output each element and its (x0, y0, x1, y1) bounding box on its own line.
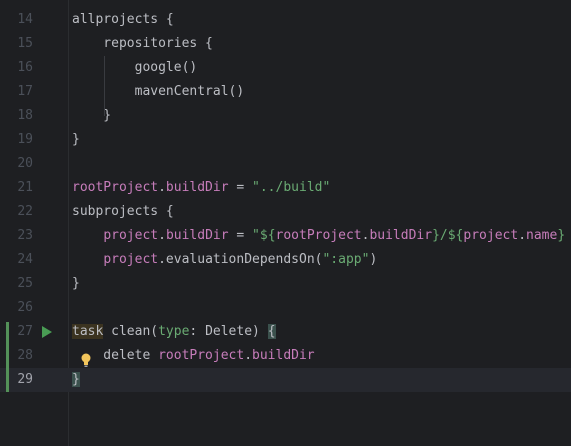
code-text: } (72, 368, 80, 392)
line-number: 25 (17, 276, 33, 291)
line-number: 15 (17, 36, 33, 51)
code-token: mavenCentral() (72, 84, 245, 99)
code-line[interactable]: 29} (0, 368, 571, 392)
code-text: project.buildDir = "${rootProject.buildD… (72, 224, 565, 248)
code-line[interactable]: 22 subprojects { (0, 200, 571, 224)
code-line[interactable]: 24 project.evaluationDependsOn(":app") (0, 248, 571, 272)
code-text: subprojects { (72, 200, 174, 224)
code-line[interactable]: 26 (0, 296, 571, 320)
code-token: allprojects { (72, 12, 174, 27)
line-number: 27 (17, 324, 33, 339)
line-number: 14 (17, 12, 33, 27)
code-token: = (228, 228, 253, 243)
code-token: . (518, 228, 527, 243)
code-token: { (267, 324, 276, 339)
code-token: project (463, 228, 519, 243)
code-token: rootProject (158, 348, 245, 363)
code-token: name (526, 228, 558, 243)
code-text: } (72, 272, 80, 296)
code-line[interactable]: 19} (0, 128, 571, 152)
code-token: rootProject (72, 180, 159, 195)
code-text: rootProject.buildDir = "../build" (72, 176, 330, 200)
code-line[interactable]: 17 mavenCentral() (0, 80, 571, 104)
line-number: 29 (17, 372, 33, 387)
line-number-partial: 13 (0, 0, 33, 4)
code-token: type (158, 324, 190, 339)
code-token: } (72, 276, 80, 291)
code-token: . (244, 348, 253, 363)
code-token: }/${ (432, 228, 464, 243)
line-number: 22 (17, 204, 33, 219)
code-text: project.evaluationDependsOn(":app") (72, 248, 377, 272)
code-text: delete rootProject.buildDir (72, 344, 315, 368)
code-token: = (228, 180, 253, 195)
code-token: "../build" (252, 180, 331, 195)
line-number: 17 (17, 84, 33, 99)
code-token: buildDir (369, 228, 433, 243)
lightbulb-icon[interactable] (80, 352, 92, 368)
code-text: mavenCentral() (72, 80, 245, 104)
code-text: google() (72, 56, 198, 80)
code-token: : Delete) (189, 324, 268, 339)
code-line[interactable]: 23 project.buildDir = "${rootProject.bui… (0, 224, 571, 248)
code-token: . (158, 180, 166, 195)
line-number: 21 (17, 180, 33, 195)
code-line[interactable]: 27 task clean(type: Delete) { (0, 320, 571, 344)
code-token: repositories { (72, 36, 213, 51)
code-token: .evaluationDependsOn( (158, 252, 323, 267)
code-token: clean( (103, 324, 159, 339)
code-token: } (557, 228, 566, 243)
code-token: ":app" (322, 252, 370, 267)
code-token: buildDir (252, 348, 315, 363)
code-line[interactable]: 25} (0, 272, 571, 296)
code-token: project (103, 228, 159, 243)
code-token: task (72, 324, 104, 339)
code-token: } (72, 108, 112, 123)
code-line[interactable]: 21 rootProject.buildDir = "../build" (0, 176, 571, 200)
code-editor[interactable]: 13 14allprojects {15 repositories {16 go… (0, 0, 571, 446)
line-number: 23 (17, 228, 33, 243)
line-number: 20 (17, 156, 33, 171)
code-text: } (72, 128, 80, 152)
code-token: buildDir (165, 228, 229, 243)
indent-guide (104, 56, 105, 116)
code-line[interactable]: 18 } (0, 104, 571, 128)
code-text: task clean(type: Delete) { (72, 320, 276, 344)
code-token: rootProject (275, 228, 362, 243)
code-token: } (72, 132, 80, 147)
code-line[interactable]: 16 google() (0, 56, 571, 80)
code-token: project (103, 252, 159, 267)
code-text: } (72, 104, 111, 128)
code-text: allprojects { (72, 8, 174, 32)
code-line[interactable]: 15 repositories { (0, 32, 571, 56)
code-token: } (72, 372, 80, 387)
code-token: buildDir (165, 180, 229, 195)
run-gutter-icon[interactable] (42, 326, 52, 338)
line-number: 16 (17, 60, 33, 75)
code-token: google() (72, 60, 198, 75)
line-number: 19 (17, 132, 33, 147)
code-token: . (158, 228, 166, 243)
code-token: ) (369, 252, 378, 267)
code-text: repositories { (72, 32, 213, 56)
vcs-change-marker (6, 322, 9, 392)
line-number: 18 (17, 108, 33, 123)
line-number: 24 (17, 252, 33, 267)
code-token: subprojects { (72, 204, 174, 219)
line-number: 26 (17, 300, 33, 315)
line-number: 28 (17, 348, 33, 363)
code-line[interactable]: 14 allprojects { (0, 8, 571, 32)
code-token: "${ (252, 228, 276, 243)
code-line[interactable]: 20 (0, 152, 571, 176)
